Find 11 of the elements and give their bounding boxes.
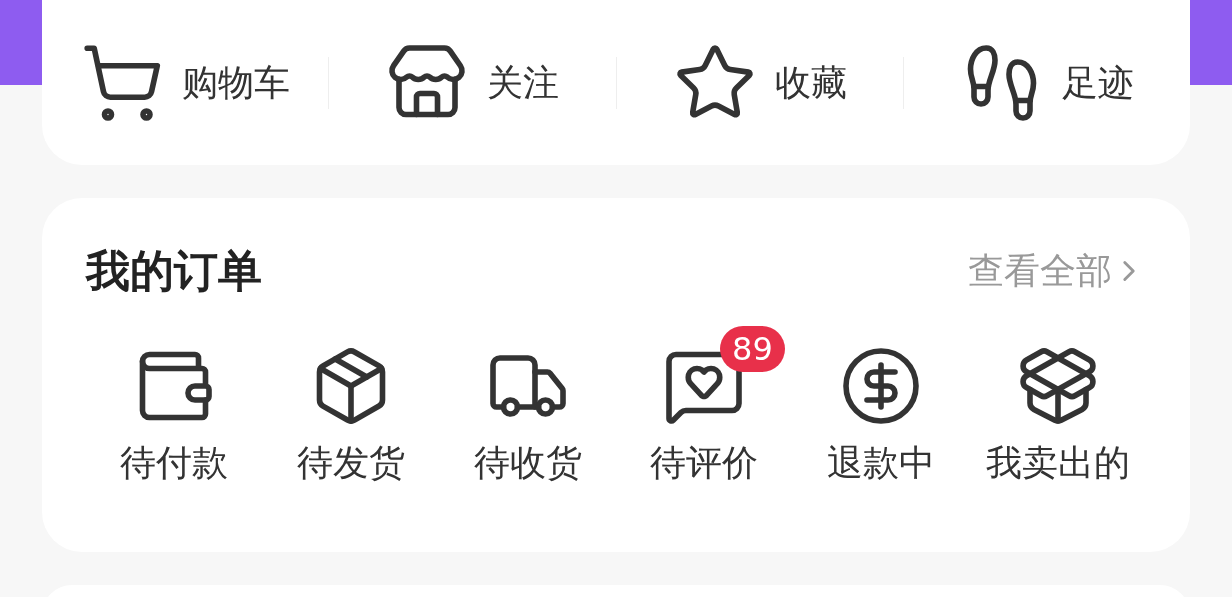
shortcut-button[interactable]: 购物车	[42, 40, 329, 125]
section-title: 我的订单	[86, 244, 262, 298]
shortcut-button[interactable]: 足迹	[903, 40, 1190, 125]
shortcut-button[interactable]: 关注	[329, 40, 616, 125]
shortcut-button[interactable]: 收藏	[616, 40, 903, 125]
order-status-button[interactable]: 退款中	[792, 344, 970, 490]
order-status-button[interactable]: 我卖出的	[969, 344, 1147, 490]
order-status-button[interactable]: 待发货	[262, 344, 440, 490]
count-badge: 89	[720, 326, 785, 372]
order-status-button[interactable]: 待付款	[86, 344, 263, 490]
order-status-button[interactable]: 待收货	[439, 344, 616, 490]
